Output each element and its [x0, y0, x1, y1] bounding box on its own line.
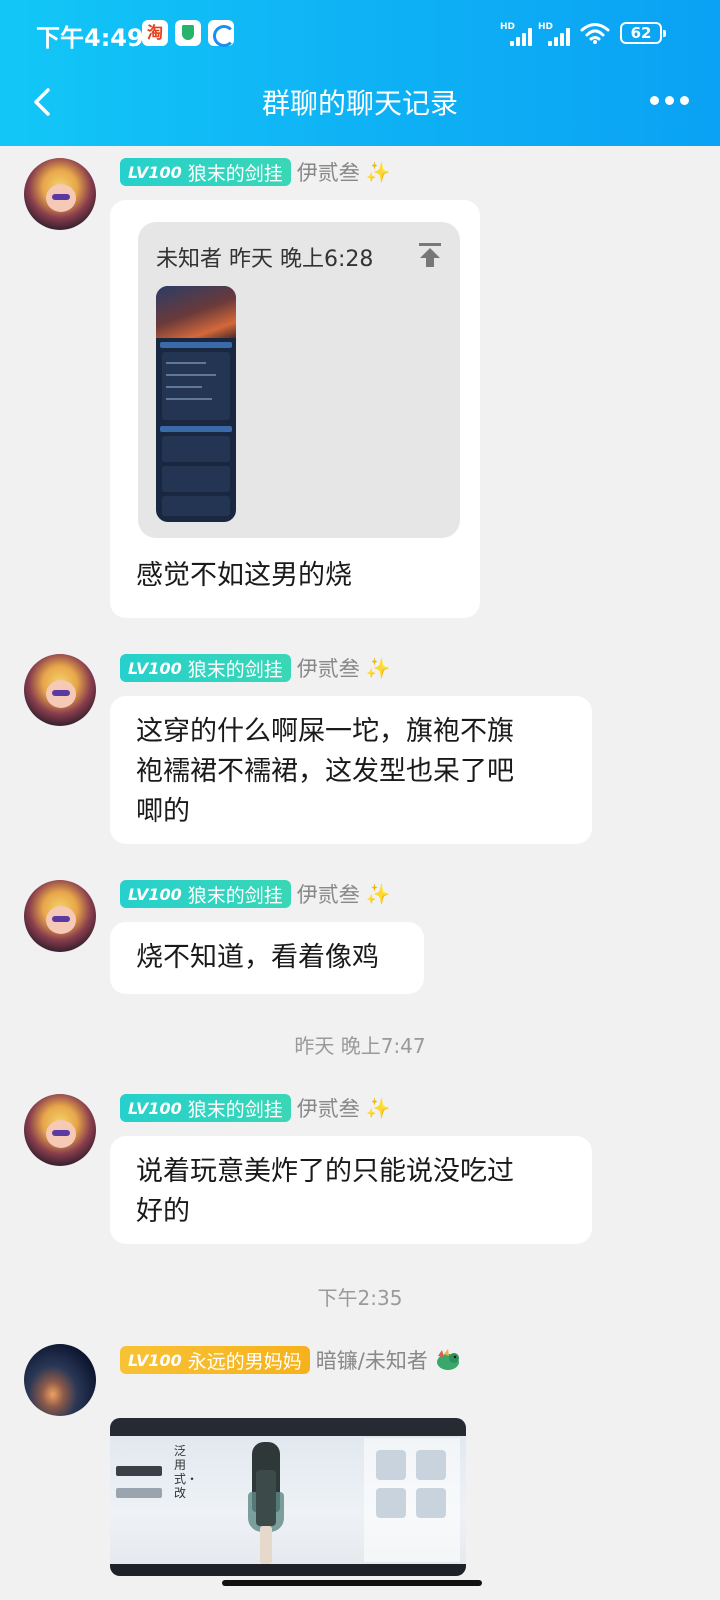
home-indicator[interactable]	[222, 1580, 482, 1586]
level-badge[interactable]: LV100 狼末的剑挂	[120, 158, 291, 186]
character-figure	[246, 1442, 286, 1566]
message-meta: LV100 狼末的剑挂 伊贰叁 ✨	[120, 158, 391, 186]
level-badge[interactable]: LV100 永远的男妈妈	[120, 1346, 310, 1374]
sparkle-icon: ✨	[365, 656, 391, 680]
message-text-line: 好的	[136, 1196, 190, 1227]
message-bubble[interactable]: 烧不知道，看着像鸡	[110, 922, 424, 994]
more-icon[interactable]	[650, 92, 690, 108]
message-meta: LV100 狼末的剑挂 伊贰叁 ✨	[120, 1094, 391, 1122]
sparkle-icon: ✨	[365, 160, 391, 184]
message-bubble[interactable]: 这穿的什么啊屎一坨，旗袍不旗 袍襦裙不襦裙，这发型也呆了吧 唧的	[110, 696, 592, 844]
message-meta: LV100 狼末的剑挂 伊贰叁 ✨	[120, 880, 391, 908]
message-text-line: 说着玩意美炸了的只能说没吃过	[136, 1156, 514, 1187]
level-badge[interactable]: LV100 狼末的剑挂	[120, 654, 291, 682]
message-text-line: 这穿的什么啊屎一坨，旗袍不旗	[136, 716, 514, 747]
message-text-line: 袍襦裙不襦裙，这发型也呆了吧	[136, 756, 514, 787]
app-header: 下午4:49 淘 HD HD 62 群聊的聊天记录	[0, 0, 720, 146]
status-time: 下午4:49	[36, 24, 144, 52]
message-meta: LV100 狼末的剑挂 伊贰叁 ✨	[120, 654, 391, 682]
screenshot-vertical-text: 泛用式・改	[174, 1444, 199, 1500]
message-bubble[interactable]: 未知者 昨天 晚上6:28 感觉不如这男的烧	[110, 200, 480, 618]
level-badge[interactable]: LV100 狼末的剑挂	[120, 880, 291, 908]
battery-icon: 62	[620, 22, 666, 44]
avatar[interactable]	[24, 654, 96, 726]
forwarded-message-card[interactable]: 未知者 昨天 晚上6:28	[138, 222, 460, 538]
dragon-icon	[436, 1349, 459, 1370]
avatar[interactable]	[24, 1094, 96, 1166]
wifi-icon	[580, 23, 610, 44]
sender-name[interactable]: 伊贰叁	[297, 653, 360, 683]
sender-name[interactable]: 伊贰叁	[297, 879, 360, 909]
page-title: 群聊的聊天记录	[261, 87, 458, 120]
avatar[interactable]	[24, 880, 96, 952]
security-notification-icon	[175, 20, 201, 46]
nav-bar: 群聊的聊天记录	[0, 70, 720, 146]
forward-header: 未知者 昨天 晚上6:28	[156, 247, 374, 272]
timestamp: 下午2:35	[317, 1286, 403, 1310]
avatar[interactable]	[24, 1344, 96, 1416]
sender-name[interactable]: 伊贰叁	[297, 157, 360, 187]
avatar[interactable]	[24, 158, 96, 230]
pin-icon[interactable]	[418, 242, 442, 268]
sender-name[interactable]: 伊贰叁	[297, 1093, 360, 1123]
message-text-line: 唧的	[136, 796, 190, 827]
message-meta: LV100 永远的男妈妈 暗镰/未知者	[120, 1346, 462, 1374]
sender-name[interactable]: 暗镰/未知者	[316, 1345, 428, 1375]
timestamp: 昨天 晚上7:47	[294, 1034, 426, 1058]
app-notification-icon	[208, 20, 235, 47]
level-badge[interactable]: LV100 狼末的剑挂	[120, 1094, 291, 1122]
status-bar: 下午4:49 淘 HD HD 62	[0, 0, 720, 70]
taobao-notification-icon: 淘	[142, 20, 168, 46]
forwarded-image[interactable]	[156, 286, 236, 522]
message-text: 烧不知道，看着像鸡	[136, 942, 379, 973]
screenshot-image[interactable]: 泛用式・改	[110, 1418, 466, 1576]
message-text: 感觉不如这男的烧	[136, 560, 352, 591]
sparkle-icon: ✨	[365, 1096, 391, 1120]
sparkle-icon: ✨	[365, 882, 391, 906]
message-bubble[interactable]: 说着玩意美炸了的只能说没吃过 好的	[110, 1136, 592, 1244]
